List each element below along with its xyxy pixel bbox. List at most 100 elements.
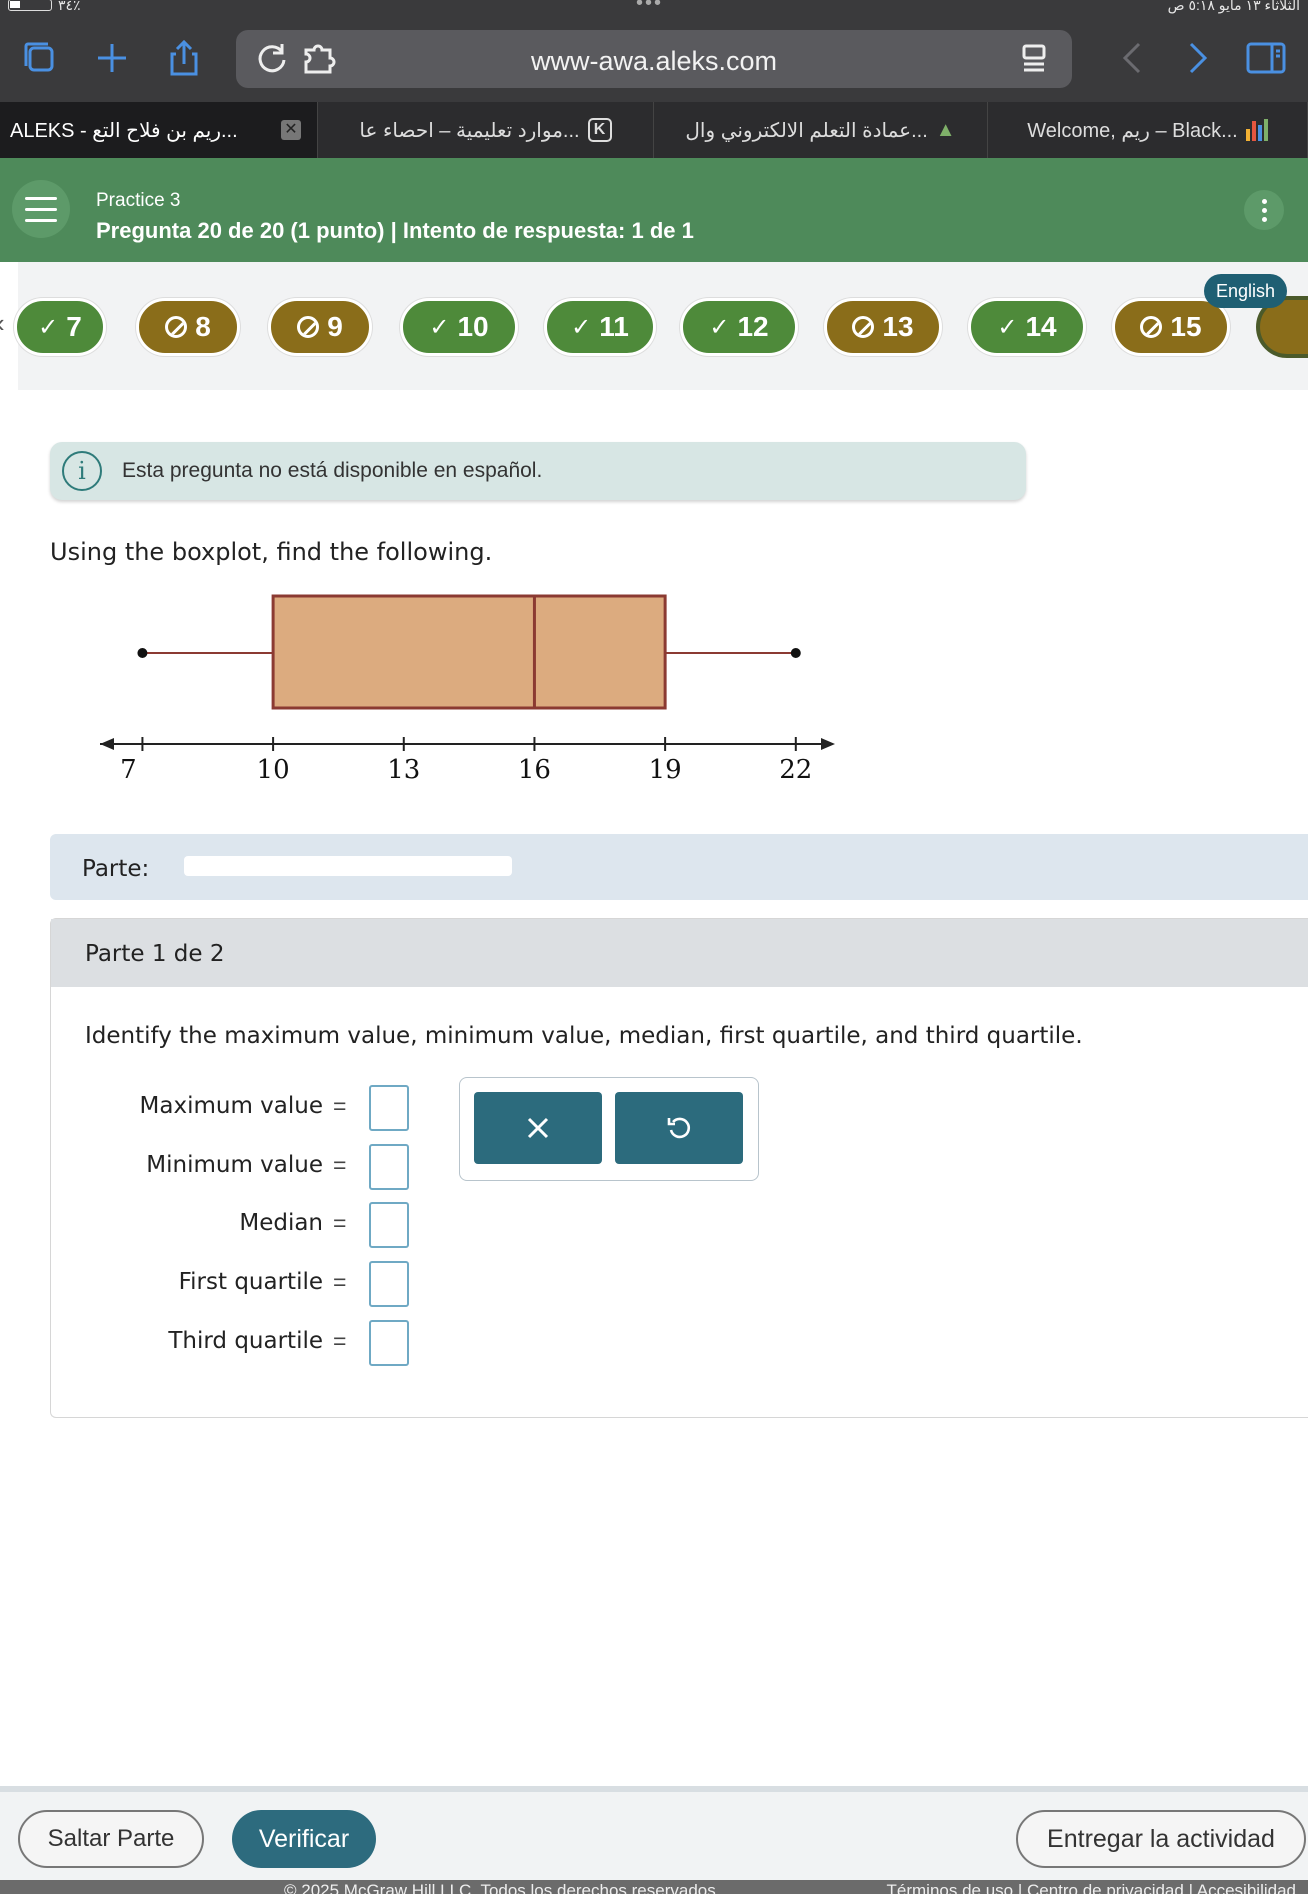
partial-credit-icon [297, 316, 320, 338]
info-text: Esta pregunta no está disponible en espa… [122, 459, 543, 482]
question-pill-9[interactable]: 9 [268, 298, 372, 356]
skip-part-button[interactable]: Saltar Parte [18, 1810, 204, 1868]
close-icon[interactable]: ✕ [281, 120, 301, 140]
kebab-icon [1261, 198, 1267, 204]
more-options-button[interactable] [1244, 190, 1284, 230]
undo-button[interactable] [615, 1092, 743, 1164]
status-bar: ٣٤٪ ••• الثلاثاء ١٣ مايو ٥:١٨ ص [0, 0, 1308, 14]
part-progress-bar [184, 856, 512, 876]
forward-icon[interactable] [1174, 36, 1218, 80]
menu-button[interactable] [12, 180, 70, 238]
equals-sign: = [333, 1093, 347, 1119]
copyright-bar: © 2025 McGraw Hill LLC. Todos los derech… [0, 1880, 1308, 1894]
part-label: Parte: [82, 856, 150, 882]
check-icon: ✓ [997, 313, 1018, 341]
third-quartile-input[interactable] [369, 1320, 409, 1366]
answer-row-maximum: Maximum value = [51, 1081, 411, 1131]
new-tab-icon[interactable] [90, 36, 134, 80]
bar-chart-logo-icon [1245, 119, 1268, 141]
tab-label: Welcome, ريم – Black... [1027, 119, 1238, 142]
axis-tick-label: 10 [257, 755, 290, 785]
share-icon[interactable] [162, 36, 206, 80]
check-icon: ✓ [571, 313, 592, 341]
axis-tick-label: 16 [518, 755, 551, 785]
question-pill-11[interactable]: ✓ 11 [544, 298, 656, 356]
footer: Saltar Parte Verificar Entregar la activ… [0, 1786, 1308, 1894]
url-text: www-awa.aleks.com [530, 46, 778, 76]
url-bar[interactable]: www-awa.aleks.com [236, 30, 1072, 88]
status-datetime: الثلاثاء ١٣ مايو ٥:١٨ ص [1167, 0, 1300, 13]
tab-elearning[interactable]: عمادة التعلم الالكتروني وال... ▲ [654, 102, 988, 158]
question-pill-12[interactable]: ✓ 12 [680, 298, 798, 356]
info-icon: i [62, 451, 102, 491]
k-logo-icon: K [587, 118, 612, 142]
minimum-point [137, 648, 148, 658]
undo-icon [667, 1117, 691, 1139]
back-icon[interactable] [1112, 36, 1156, 80]
tab-resources[interactable]: موارد تعليمية – احصاء عا... K [318, 102, 654, 158]
equals-sign: = [333, 1328, 347, 1354]
question-pill-8[interactable]: 8 [136, 298, 240, 356]
hamburger-icon [25, 196, 57, 200]
question-number: 10 [457, 311, 489, 342]
sidebar-icon[interactable] [1244, 36, 1288, 80]
language-badge[interactable]: English [1204, 274, 1288, 308]
question-pill-14[interactable]: ✓ 14 [968, 298, 1086, 356]
maximum-point [790, 648, 801, 658]
answer-label: Median [239, 1210, 323, 1236]
question-number: 9 [327, 311, 343, 342]
practice-label: Practice 3 [96, 190, 181, 211]
answer-label: Third quartile [168, 1328, 323, 1354]
tab-label: عمادة التعلم الالكتروني وال... [685, 119, 928, 142]
multitasking-dots-icon[interactable]: ••• [636, 0, 663, 13]
question-number: 12 [737, 311, 769, 342]
tab-blackboard[interactable]: Welcome, ريم – Black... [988, 102, 1308, 158]
axis-tick-label: 13 [387, 755, 420, 785]
question-number: 11 [599, 311, 629, 342]
partial-credit-icon [1140, 316, 1163, 338]
hamburger-icon [25, 218, 57, 222]
answer-row-third-quartile: Third quartile = [51, 1316, 411, 1366]
minimum-value-input[interactable] [369, 1144, 409, 1190]
kebab-icon [1261, 216, 1267, 222]
equals-sign: = [333, 1152, 347, 1178]
question-pill-7[interactable]: ✓ 7 [14, 298, 106, 356]
answer-label: Maximum value [139, 1093, 323, 1119]
info-banner: i Esta pregunta no está disponible en es… [50, 442, 1026, 500]
interquartile-box [271, 594, 667, 710]
part-panel: Parte 1 de 2 Identify the maximum value,… [50, 918, 1308, 1418]
footer-links[interactable]: Términos de uso | Centro de privacidad |… [887, 1880, 1297, 1894]
tab-label: ALEKS - ريم بن فلاح التع... [10, 119, 238, 142]
tab-bar: ALEKS - ريم بن فلاح التع... ✕ موارد تعلي… [0, 102, 1308, 158]
median-input[interactable] [369, 1202, 409, 1248]
maximum-value-input[interactable] [369, 1085, 409, 1131]
tabs-overview-icon[interactable] [18, 36, 62, 80]
battery-icon [8, 0, 52, 11]
answer-row-median: Median = [51, 1198, 411, 1248]
chevron-left-icon[interactable]: ‹ [0, 308, 5, 339]
reader-mode-icon[interactable] [1012, 36, 1056, 80]
part-bar: Parte: [50, 834, 1308, 900]
question-pill-10[interactable]: ✓ 10 [400, 298, 518, 356]
question-number: 14 [1025, 311, 1057, 342]
check-icon: ✓ [709, 313, 730, 341]
submit-activity-button[interactable]: Entregar la actividad [1016, 1810, 1306, 1868]
axis-tick-label: 7 [120, 755, 137, 785]
tab-aleks[interactable]: ALEKS - ريم بن فلاح التع... ✕ [0, 102, 318, 158]
question-number: 8 [195, 311, 211, 342]
axis-tick-label: 19 [649, 755, 682, 785]
part-title: Parte 1 de 2 [85, 941, 225, 967]
first-quartile-input[interactable] [369, 1261, 409, 1307]
graduation-icon: ▲ [935, 118, 956, 141]
answer-label: Minimum value [146, 1152, 323, 1178]
answer-label: First quartile [178, 1269, 323, 1295]
question-pill-15[interactable]: 15 [1112, 298, 1230, 356]
question-pill-13[interactable]: 13 [824, 298, 942, 356]
verify-button[interactable]: Verificar [232, 1810, 376, 1868]
aleks-header: Practice 3 Pregunta 20 de 20 (1 punto) |… [0, 158, 1308, 262]
clear-button[interactable] [474, 1092, 602, 1164]
check-icon: ✓ [429, 313, 450, 341]
answer-row-first-quartile: First quartile = [51, 1257, 411, 1307]
question-number: 15 [1170, 311, 1202, 342]
question-number: 13 [882, 311, 914, 342]
